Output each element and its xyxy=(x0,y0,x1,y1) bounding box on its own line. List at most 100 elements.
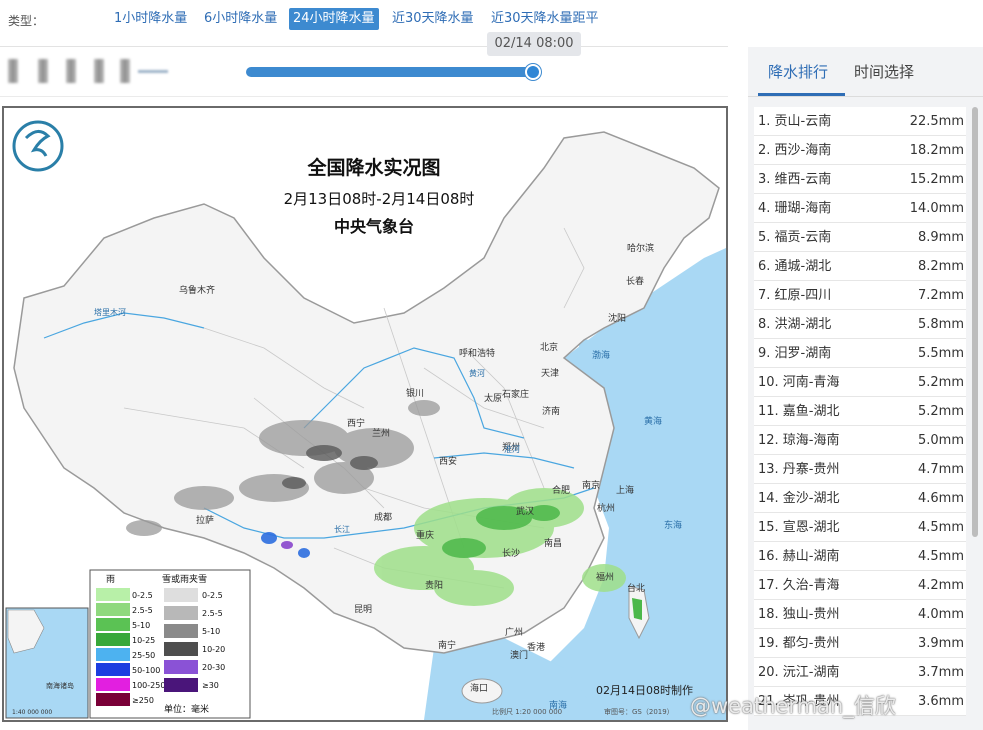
map-agency: 中央气象台 xyxy=(334,217,414,236)
precip-value: 5.8mm xyxy=(917,317,964,332)
legend-snow-label: ≥30 xyxy=(202,681,219,690)
map-scale: 比例尺 1:20 000 000 xyxy=(492,707,562,716)
station-name: 10. 河南-青海 xyxy=(758,375,840,390)
ranking-row[interactable]: 4. 珊瑚-海南 14.0mm xyxy=(754,194,966,223)
inset-label: 南海诸岛 xyxy=(46,681,74,690)
ranking-row[interactable]: 3. 维西-云南 15.2mm xyxy=(754,165,966,194)
city-label: 长沙 xyxy=(502,547,520,559)
city-label: 呼和浩特 xyxy=(459,347,495,359)
city-label: 澳门 xyxy=(510,649,528,661)
precip-value: 7.2mm xyxy=(917,288,964,303)
divider xyxy=(0,96,728,97)
ranking-row[interactable]: 8. 洪湖-湖北 5.8mm xyxy=(754,310,966,339)
precip-value: 8.9mm xyxy=(917,230,964,245)
station-name: 19. 都匀-贵州 xyxy=(758,636,840,651)
legend-rain-swatch xyxy=(96,618,130,631)
precip-legend: 雨 雪或雨夹雪 0-2.5 2.5-5 5-10 10-25 25-50 50-100 10… xyxy=(89,569,251,719)
divider xyxy=(0,46,728,47)
legend-snow-label: 5-10 xyxy=(202,627,220,636)
precip-value: 5.5mm xyxy=(917,346,964,361)
city-label: 兰州 xyxy=(372,427,390,439)
tab-30d-anomaly[interactable]: 近30天降水量距平 xyxy=(487,8,603,30)
legend-rain-swatch xyxy=(96,693,130,706)
ranking-scrollbar[interactable] xyxy=(972,107,978,537)
city-label: 贵阳 xyxy=(425,579,443,591)
city-label: 西安 xyxy=(439,455,457,467)
city-label: 武汉 xyxy=(516,505,534,517)
ranking-row[interactable]: 13. 丹寨-贵州 4.7mm xyxy=(754,455,966,484)
ranking-row[interactable]: 10. 河南-青海 5.2mm xyxy=(754,368,966,397)
ranking-row[interactable]: 7. 红原-四川 7.2mm xyxy=(754,281,966,310)
river-label: 淮河 xyxy=(504,444,520,454)
ranking-row[interactable]: 6. 通城-湖北 8.2mm xyxy=(754,252,966,281)
ranking-row[interactable]: 17. 久治-青海 4.2mm xyxy=(754,571,966,600)
tab-precip-ranking[interactable]: 降水排行 xyxy=(768,61,828,82)
ranking-row[interactable]: 19. 都匀-贵州 3.9mm xyxy=(754,629,966,658)
ranking-row[interactable]: 18. 独山-贵州 4.0mm xyxy=(754,600,966,629)
legend-snow-swatch xyxy=(164,678,198,692)
inset-scale: 1:40 000 000 xyxy=(12,709,52,716)
legend-rain-label: 25-50 xyxy=(132,651,155,660)
tab-6h-precip[interactable]: 6小时降水量 xyxy=(200,8,281,30)
legend-snow-label: 2.5-5 xyxy=(202,609,223,618)
tab-30d-precip[interactable]: 近30天降水量 xyxy=(388,8,478,30)
city-label: 西宁 xyxy=(347,417,365,429)
map-review-number: 审图号：GS（2019） xyxy=(604,707,674,716)
ranking-row[interactable]: 16. 赫山-湖南 4.5mm xyxy=(754,542,966,571)
legend-rain-title: 雨 xyxy=(106,574,115,585)
ranking-row[interactable]: 9. 汨罗-湖南 5.5mm xyxy=(754,339,966,368)
city-label: 南昌 xyxy=(544,537,562,549)
station-name: 2. 西沙-海南 xyxy=(758,143,832,158)
station-name: 11. 嘉鱼-湖北 xyxy=(758,404,840,419)
city-label: 广州 xyxy=(505,626,523,638)
legend-snow-swatch xyxy=(164,588,198,602)
ranking-row[interactable]: 11. 嘉鱼-湖北 5.2mm xyxy=(754,397,966,426)
legend-rain-swatch xyxy=(96,648,130,661)
precip-value: 8.2mm xyxy=(917,259,964,274)
station-name: 16. 赫山-湖南 xyxy=(758,549,840,564)
station-name: 1. 贡山-云南 xyxy=(758,114,832,129)
city-label: 长春 xyxy=(626,275,644,287)
city-label: 上海 xyxy=(616,484,634,496)
station-name: 13. 丹寨-贵州 xyxy=(758,462,840,477)
sea-label: 黄海 xyxy=(644,415,662,427)
time-slider-handle[interactable] xyxy=(525,64,541,80)
tab-1h-precip[interactable]: 1小时降水量 xyxy=(110,8,191,30)
precip-value: 22.5mm xyxy=(909,114,964,129)
precip-value: 5.2mm xyxy=(917,375,964,390)
city-label: 南京 xyxy=(582,479,600,491)
legend-rain-swatch xyxy=(96,633,130,646)
legend-rain-label: 0-2.5 xyxy=(132,591,153,600)
ranking-row[interactable]: 1. 贡山-云南 22.5mm xyxy=(754,107,966,136)
city-label: 沈阳 xyxy=(608,312,626,324)
station-name: 12. 琼海-海南 xyxy=(758,433,840,448)
ranking-row[interactable]: 20. 沅江-湖南 3.7mm xyxy=(754,658,966,687)
ranking-row[interactable]: 14. 金沙-湖北 4.6mm xyxy=(754,484,966,513)
city-label: 天津 xyxy=(541,368,559,379)
city-label: 台北 xyxy=(627,582,645,594)
tab-24h-precip[interactable]: 24小时降水量 xyxy=(289,8,379,30)
station-name: 15. 宣恩-湖北 xyxy=(758,520,840,535)
city-label: 北京 xyxy=(540,341,558,353)
ranking-row[interactable]: 15. 宣恩-湖北 4.5mm xyxy=(754,513,966,542)
type-label: 类型： xyxy=(8,14,45,28)
legend-snow-swatch xyxy=(164,660,198,674)
legend-rain-label: 50-100 xyxy=(132,666,160,675)
tab-time-select[interactable]: 时间选择 xyxy=(854,61,914,82)
ranking-row[interactable]: 2. 西沙-海南 18.2mm xyxy=(754,136,966,165)
precip-value: 18.2mm xyxy=(909,143,964,158)
ranking-row[interactable]: 12. 琼海-海南 5.0mm xyxy=(754,426,966,455)
station-name: 17. 久治-青海 xyxy=(758,578,840,593)
city-label: 石家庄 xyxy=(502,388,529,400)
legend-snow-label: 10-20 xyxy=(202,645,225,654)
station-name: 9. 汨罗-湖南 xyxy=(758,346,832,361)
legend-rain-label: 10-25 xyxy=(132,636,155,645)
legend-unit: 单位：毫米 xyxy=(164,703,209,715)
ranking-row[interactable]: 5. 福贡-云南 8.9mm xyxy=(754,223,966,252)
time-slider-track[interactable] xyxy=(246,67,536,77)
legend-rain-label: ≥250 xyxy=(132,696,154,705)
city-label: 重庆 xyxy=(416,529,434,541)
legend-snow-swatch xyxy=(164,642,198,656)
station-name: 8. 洪湖-湖北 xyxy=(758,317,832,332)
precip-value: 5.0mm xyxy=(917,433,964,448)
